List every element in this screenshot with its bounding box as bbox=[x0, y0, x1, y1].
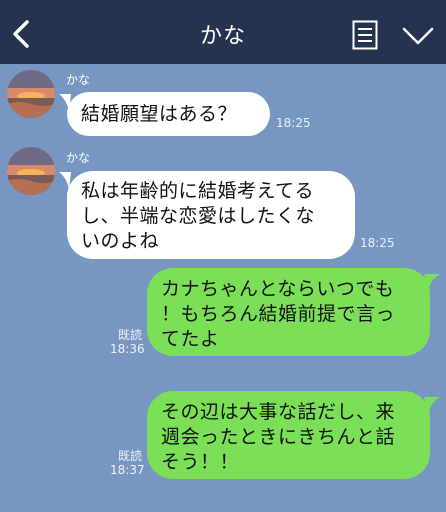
message-line: カナちゃんとならいつでも bbox=[161, 278, 395, 300]
read-label: 既読 bbox=[117, 328, 142, 342]
message-time: 18:25 bbox=[360, 236, 395, 250]
message-bubble[interactable]: その辺は大事な話だし、来 週会ったときにきちんと話 そう！！ bbox=[147, 391, 430, 479]
message-time: 18:37 bbox=[110, 463, 145, 477]
sender-name: かな bbox=[66, 73, 91, 87]
read-receipt: 既読 18:37 bbox=[110, 449, 145, 477]
avatar[interactable] bbox=[7, 147, 55, 195]
sunset-photo-icon bbox=[7, 70, 55, 118]
message-line: そう！！ bbox=[161, 451, 240, 473]
read-receipt: 既読 18:36 bbox=[110, 328, 145, 356]
message-line: ！もちろん結婚前提で言っ bbox=[161, 303, 396, 325]
avatar[interactable] bbox=[7, 70, 55, 118]
message-line: し、半端な恋愛はしたくな bbox=[81, 205, 316, 227]
chat-header: かな bbox=[0, 0, 446, 64]
message-bubble[interactable]: カナちゃんとならいつでも ！もちろん結婚前提で言っ てたよ bbox=[147, 268, 430, 356]
message-time: 18:25 bbox=[276, 116, 311, 130]
bubble-tail bbox=[424, 274, 440, 292]
sender-name: かな bbox=[66, 151, 91, 165]
note-menu-icon[interactable] bbox=[352, 20, 378, 50]
bubble-tail bbox=[424, 397, 440, 415]
message-line: その辺は大事な話だし、来 bbox=[161, 401, 396, 423]
message-bubble[interactable]: 私は年齢的に結婚考えてる し、半端な恋愛はしたくな いのよね bbox=[67, 171, 355, 259]
sunset-photo-icon bbox=[7, 147, 55, 195]
chevron-down-icon[interactable] bbox=[402, 26, 434, 46]
chat-title: かな bbox=[199, 24, 246, 49]
message-text: 結婚願望はある？ bbox=[81, 103, 238, 125]
message-line: 私は年齢的に結婚考えてる bbox=[81, 180, 315, 202]
message-bubble[interactable]: 結婚願望はある？ bbox=[67, 92, 270, 136]
read-label: 既読 bbox=[117, 449, 142, 463]
message-line: てたよ bbox=[161, 328, 220, 350]
message-time: 18:36 bbox=[110, 342, 145, 356]
message-line: いのよね bbox=[81, 230, 160, 252]
message-line: 週会ったときにきちんと話 bbox=[161, 426, 396, 448]
